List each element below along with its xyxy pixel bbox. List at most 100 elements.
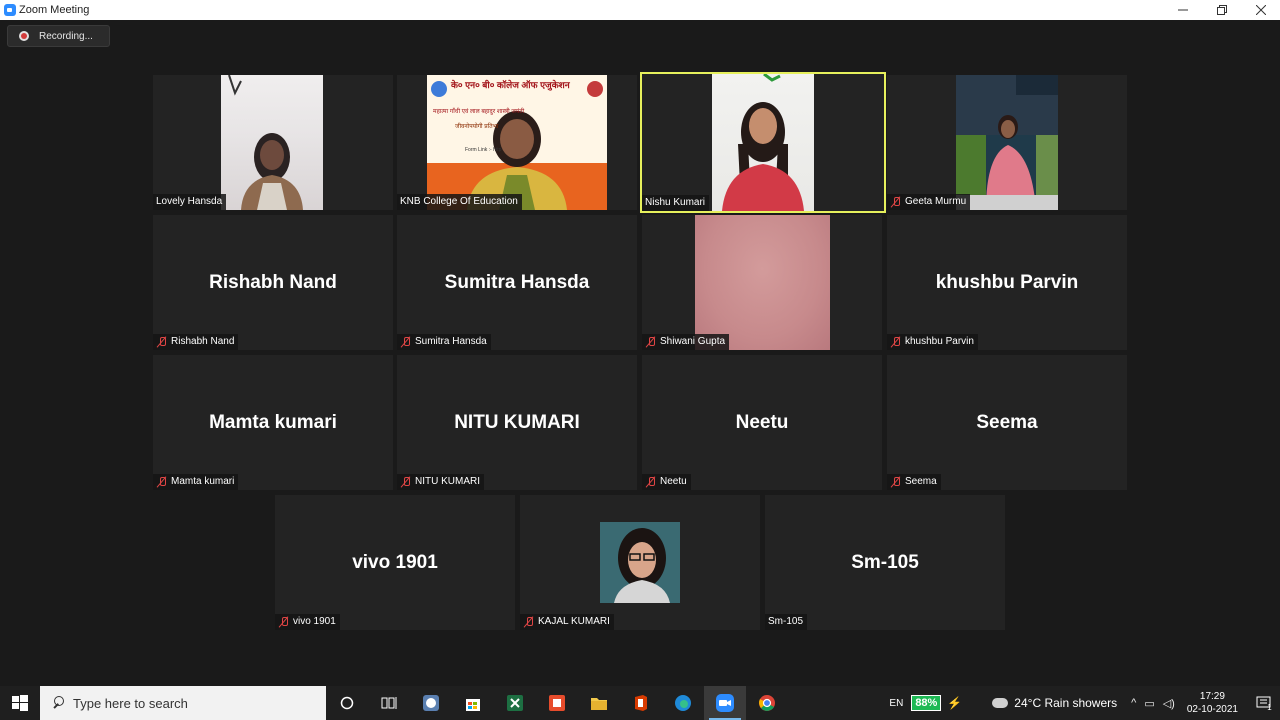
- clock-date: 02-10-2021: [1186, 704, 1238, 715]
- zoom-app-icon: [4, 4, 16, 16]
- clock[interactable]: 17:29 02-10-2021: [1187, 690, 1238, 716]
- participant-video: [221, 75, 323, 210]
- window-controls: [1163, 0, 1280, 20]
- muted-mic-icon: [156, 336, 168, 348]
- file-explorer-icon[interactable]: [578, 686, 620, 720]
- cortana-icon[interactable]: [326, 686, 368, 720]
- participant-name-label: Seema: [887, 474, 941, 490]
- windows-taskbar: Type here to search EN 88% ⚡ 24°C Rain s…: [0, 686, 1280, 720]
- muted-mic-icon: [890, 196, 902, 208]
- participant-name: Neetu: [660, 476, 687, 487]
- participant-video: [956, 75, 1058, 210]
- participant-name-label: Sm-105: [765, 614, 808, 630]
- participant-tile[interactable]: Mamta kumari Mamta kumari: [153, 355, 393, 490]
- store-icon[interactable]: [452, 686, 494, 720]
- participant-name: Rishabh Nand: [171, 336, 235, 347]
- participant-display-name: Rishabh Nand: [209, 271, 337, 293]
- participant-tile[interactable]: के० एन० बी० कॉलेज ऑफ एजुकेशन महात्मा गाँ…: [397, 75, 637, 210]
- participant-name: Seema: [905, 476, 937, 487]
- zoom-icon[interactable]: [704, 686, 746, 720]
- participant-name: khushbu Parvin: [905, 336, 974, 347]
- participant-video: के० एन० बी० कॉलेज ऑफ एजुकेशन महात्मा गाँ…: [427, 75, 607, 210]
- participant-tile[interactable]: KAJAL KUMARI: [520, 495, 760, 630]
- office-icon[interactable]: [536, 686, 578, 720]
- participant-tile[interactable]: Sm-105 Sm-105: [765, 495, 1005, 630]
- participant-tile[interactable]: Rishabh Nand Rishabh Nand: [153, 215, 393, 350]
- language-indicator[interactable]: EN: [889, 698, 903, 709]
- task-view-icon[interactable]: [368, 686, 410, 720]
- restore-icon[interactable]: [1202, 0, 1241, 20]
- cloud-icon: [992, 698, 1009, 708]
- participant-video: [712, 74, 814, 211]
- participant-tile[interactable]: Sumitra Hansda Sumitra Hansda: [397, 215, 637, 350]
- participant-name: NITU KUMARI: [415, 476, 480, 487]
- start-icon[interactable]: [0, 686, 40, 720]
- clock-time: 17:29: [1199, 691, 1225, 702]
- chrome-icon[interactable]: [746, 686, 788, 720]
- app-icon[interactable]: [410, 686, 452, 720]
- participant-tile[interactable]: Shiwani Gupta: [642, 215, 882, 350]
- recording-label: Recording...: [39, 30, 93, 42]
- title-bar: Zoom Meeting: [0, 0, 1280, 20]
- banner-text: के० एन० बी० कॉलेज ऑफ एजुकेशन: [451, 80, 570, 90]
- participant-display-name: Mamta kumari: [209, 411, 337, 433]
- participant-name-label: vivo 1901: [275, 614, 340, 630]
- record-icon: [19, 31, 29, 41]
- participant-name-label: KAJAL KUMARI: [520, 614, 614, 630]
- participant-tile[interactable]: Lovely Hansda: [153, 75, 393, 210]
- participant-name-label: KNB College Of Education: [397, 194, 522, 210]
- participant-tile[interactable]: Seema Seema: [887, 355, 1127, 490]
- edge-icon[interactable]: [662, 686, 704, 720]
- power-plug-icon: ⚡: [947, 696, 963, 710]
- recording-indicator[interactable]: Recording...: [7, 25, 110, 47]
- taskbar-search[interactable]: Type here to search: [40, 686, 326, 720]
- minimize-icon[interactable]: [1163, 0, 1202, 20]
- muted-mic-icon: [156, 476, 168, 488]
- participant-name-label: Mamta kumari: [153, 474, 239, 490]
- participant-tile[interactable]: Geeta Murmu: [887, 75, 1127, 210]
- participant-name: Shiwani Gupta: [660, 336, 726, 347]
- volume-icon[interactable]: ◁): [1163, 697, 1175, 710]
- search-placeholder: Type here to search: [73, 695, 188, 711]
- network-icon[interactable]: ▭: [1144, 697, 1154, 710]
- participant-name: Sm-105: [768, 616, 804, 627]
- participant-name-label: Rishabh Nand: [153, 334, 239, 350]
- battery-indicator[interactable]: 88%: [911, 695, 942, 711]
- participant-name: Geeta Murmu: [905, 196, 967, 207]
- participant-name: vivo 1901: [293, 616, 336, 627]
- muted-mic-icon: [645, 336, 657, 348]
- participant-name: Lovely Hansda: [156, 196, 223, 207]
- participant-name: KAJAL KUMARI: [538, 616, 610, 627]
- banner-text: महात्मा गाँधी एवं लाल बहादुर शास्त्री जय…: [433, 109, 525, 115]
- participant-display-name: Neetu: [735, 411, 789, 433]
- participant-tile[interactable]: Neetu Neetu: [642, 355, 882, 490]
- weather-text: 24°C Rain showers: [1014, 696, 1118, 710]
- participant-profile-picture: [600, 522, 680, 603]
- close-icon[interactable]: [1241, 0, 1280, 20]
- weather-widget[interactable]: 24°C Rain showers: [992, 696, 1117, 710]
- participant-name: Nishu Kumari: [645, 197, 706, 208]
- participant-tile[interactable]: khushbu Parvin khushbu Parvin: [887, 215, 1127, 350]
- office-red-icon[interactable]: [620, 686, 662, 720]
- chevron-up-icon[interactable]: ^: [1131, 697, 1136, 709]
- muted-mic-icon: [400, 336, 412, 348]
- participant-tile[interactable]: vivo 1901 vivo 1901: [275, 495, 515, 630]
- participant-tile[interactable]: NITU KUMARI NITU KUMARI: [397, 355, 637, 490]
- notification-count: 1: [1267, 702, 1272, 712]
- participant-display-name: Sumitra Hansda: [444, 271, 590, 293]
- search-icon: [50, 695, 66, 711]
- participant-tile-active-speaker[interactable]: Nishu Kumari: [640, 72, 886, 213]
- participant-video: [695, 215, 830, 350]
- participant-display-name: khushbu Parvin: [935, 271, 1079, 293]
- banner-text: जीवनोपयोगी प्रतिभा: [455, 124, 499, 130]
- notification-center-icon[interactable]: 1: [1252, 693, 1276, 713]
- participant-name-label: Neetu: [642, 474, 691, 490]
- banner-text: Form Link :- http: [465, 147, 502, 153]
- participant-name: Mamta kumari: [171, 476, 235, 487]
- participant-name-label: Lovely Hansda: [153, 194, 227, 210]
- participant-display-name: NITU KUMARI: [454, 411, 580, 433]
- excel-icon[interactable]: [494, 686, 536, 720]
- participant-display-name: Seema: [976, 411, 1038, 433]
- participant-name: KNB College Of Education: [400, 196, 518, 207]
- muted-mic-icon: [890, 476, 902, 488]
